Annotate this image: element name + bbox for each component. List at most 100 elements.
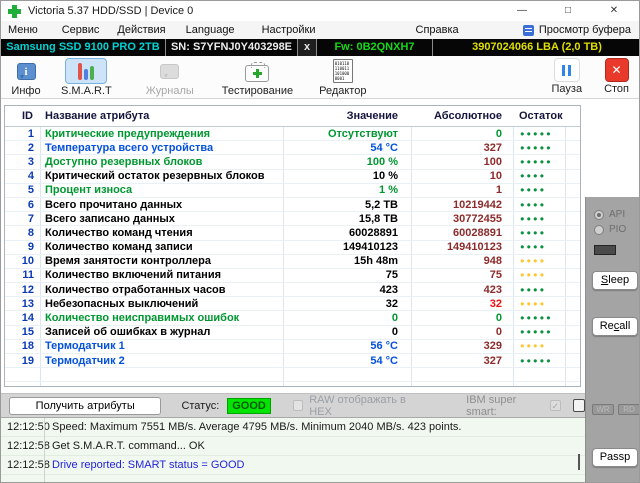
api-radio[interactable] xyxy=(594,209,604,220)
table-row[interactable]: 6 Всего прочитано данных 5,2 TB 10219442 ●●●… xyxy=(5,198,580,213)
cell-absolute: 60028891 xyxy=(453,226,502,239)
cell-absolute: 10 xyxy=(489,170,502,183)
menu-item-language[interactable]: Language xyxy=(180,24,241,36)
smart-button[interactable]: S.M.A.R.T xyxy=(61,58,112,97)
menu-item-menu[interactable]: Меню xyxy=(2,24,44,36)
main-area: ID Название атрибута Значение Абсолютное… xyxy=(1,99,639,482)
buffer-view-button[interactable]: Просмотр буфера xyxy=(522,24,631,36)
cell-attribute-name: Процент износа xyxy=(45,184,133,197)
cell-absolute: 32 xyxy=(489,297,502,310)
sleep-button[interactable]: Sleep xyxy=(592,271,638,290)
cell-absolute: 10219442 xyxy=(453,198,502,211)
cell-attribute-name: Всего прочитано данных xyxy=(45,198,183,211)
cell-value: 54 °C xyxy=(370,141,398,154)
table-row[interactable]: 7 Всего записано данных 15,8 TB 30772455 ●●●… xyxy=(5,212,580,227)
cell-absolute: 948 xyxy=(483,255,502,268)
cell-value: 75 xyxy=(385,269,398,282)
ibm-super-smart-label: IBM super smart: xyxy=(466,393,517,418)
maximize-button[interactable]: □ xyxy=(545,1,591,21)
cell-attribute-name: Записей об ошибках в журнал xyxy=(45,326,211,339)
hex-editor-icon: 010110 110011 101000 0001 xyxy=(332,59,353,83)
extra-checkbox[interactable] xyxy=(572,399,585,412)
table-row[interactable]: 14 Количество неисправимых ошибок 0 0 ●●●●● xyxy=(5,311,580,326)
table-row[interactable]: 12 Количество отработанных часов 423 423 ●●●… xyxy=(5,283,580,298)
title-bar: Victoria 5.37 HDD/SSD | Device 0 — □ ✕ xyxy=(1,1,639,21)
close-button[interactable]: ✕ xyxy=(591,1,637,21)
table-row[interactable]: 2 Температура всего устройства 54 °C 327 ●●●… xyxy=(5,141,580,156)
window-title: Victoria 5.37 HDD/SSD | Device 0 xyxy=(28,5,194,17)
log-row: 12:12:50 Speed: Maximum 7551 MB/s. Averag… xyxy=(1,418,585,437)
cell-attribute-name: Небезопасных выключений xyxy=(45,297,199,310)
cell-attribute-name: Количество команд чтения xyxy=(45,226,193,239)
cell-absolute: 100 xyxy=(483,155,502,168)
drive-info-bar: Samsung SSD 9100 PRO 2TB SN: S7YFNJ0Y403… xyxy=(1,39,639,56)
header-absolute[interactable]: Абсолютное xyxy=(411,109,513,123)
wr-button[interactable]: WR xyxy=(592,404,614,415)
cell-absolute: 329 xyxy=(483,340,502,353)
cell-id: 2 xyxy=(27,141,34,154)
table-row[interactable]: 19 Термодатчик 2 54 °C 327 ●●●●● xyxy=(5,354,580,369)
cell-remain-dots: ●●●● xyxy=(520,242,547,252)
rd-button[interactable]: RD xyxy=(618,404,639,415)
cell-id: 6 xyxy=(27,198,34,211)
pio-radio[interactable] xyxy=(594,224,604,235)
table-row[interactable]: 11 Количество включений питания 75 75 ●●●● xyxy=(5,269,580,284)
menu-item-service[interactable]: Сервис xyxy=(56,24,106,36)
table-row[interactable]: 1 Критические предупреждения Отсутствуют 0 ●… xyxy=(5,127,580,142)
drive-x-button[interactable]: x xyxy=(298,39,317,56)
table-row[interactable]: 15 Записей об ошибках в журнал 0 0 ●●●●● xyxy=(5,326,580,340)
table-row[interactable]: 10 Время занятости контроллера 15h 48m 948 ●… xyxy=(5,255,580,269)
cell-id: 8 xyxy=(27,226,34,239)
table-row[interactable]: 9 Количество команд записи 149410123 149410… xyxy=(5,241,580,255)
cell-absolute: 149410123 xyxy=(446,241,502,254)
minimize-button[interactable]: — xyxy=(499,1,545,21)
testing-button[interactable]: Тестирование xyxy=(222,58,293,97)
get-smart-attributes-button[interactable]: Получить атрибуты SMART xyxy=(9,396,162,428)
cell-absolute: 0 xyxy=(495,326,502,339)
log-time: 12:12:58 xyxy=(7,459,50,471)
smart-label: S.M.A.R.T xyxy=(61,85,112,97)
raw-hex-checkbox[interactable] xyxy=(292,400,304,411)
ibm-super-smart-checkbox[interactable]: ✓ xyxy=(550,400,561,411)
log-time-divider xyxy=(44,418,45,482)
pause-button[interactable]: Пауза xyxy=(552,58,582,95)
menu-item-actions[interactable]: Действия xyxy=(111,24,171,36)
log-scrollbar[interactable] xyxy=(578,454,580,470)
table-row[interactable]: 18 Термодатчик 1 56 °C 329 ●●●● xyxy=(5,340,580,354)
menu-item-settings[interactable]: Настройки xyxy=(256,24,322,36)
menu-item-help[interactable]: Справка xyxy=(410,24,465,36)
cell-remain-dots: ●●●●● xyxy=(520,327,553,337)
cell-value: 149410123 xyxy=(342,241,398,254)
table-row[interactable]: 5 Процент износа 1 % 1 ●●●● xyxy=(5,184,580,198)
cell-remain-dots: ●●●● xyxy=(520,213,547,223)
drive-serial: SN: S7YFNJ0Y403298E xyxy=(166,39,298,56)
cell-id: 15 xyxy=(21,326,34,339)
cell-id: 19 xyxy=(21,354,34,367)
table-row[interactable]: 13 Небезопасных выключений 32 32 ●●●● xyxy=(5,297,580,312)
table-row[interactable]: 4 Критический остаток резервных блоков 10 … xyxy=(5,170,580,184)
journals-button[interactable]: Журналы xyxy=(146,58,194,97)
header-value[interactable]: Значение xyxy=(283,109,411,123)
cell-remain-dots: ●●●● xyxy=(520,171,547,181)
cell-attribute-name: Количество отработанных часов xyxy=(45,283,226,296)
api-radio-label: API xyxy=(609,209,626,220)
stop-button[interactable]: ✕ Стоп xyxy=(604,58,629,95)
menu-bar: Меню Сервис Действия Language Настройки … xyxy=(1,21,639,39)
status-bar: Получить атрибуты SMART Статус: GOOD RAW… xyxy=(1,393,585,428)
cell-id: 4 xyxy=(27,170,34,183)
editor-button[interactable]: 010110 110011 101000 0001 Редактор xyxy=(319,58,366,97)
log-time: 12:12:50 xyxy=(7,421,50,433)
header-remain[interactable]: Остаток xyxy=(513,109,565,123)
header-id[interactable]: ID xyxy=(5,109,40,123)
table-row-empty xyxy=(5,382,580,386)
cell-id: 14 xyxy=(21,312,34,325)
cell-absolute: 327 xyxy=(483,354,502,367)
info-button[interactable]: i Инфо xyxy=(11,58,41,97)
passp-button[interactable]: Passp xyxy=(592,448,638,467)
header-name[interactable]: Название атрибута xyxy=(40,109,283,123)
table-row[interactable]: 8 Количество команд чтения 60028891 6002889… xyxy=(5,226,580,241)
table-row[interactable]: 3 Доступно резервных блоков 100 % 100 ●●●●● xyxy=(5,155,580,170)
cell-value: 56 °C xyxy=(370,340,398,353)
cell-remain-dots: ●●●●● xyxy=(520,142,553,152)
recall-button[interactable]: Recall xyxy=(592,317,638,336)
